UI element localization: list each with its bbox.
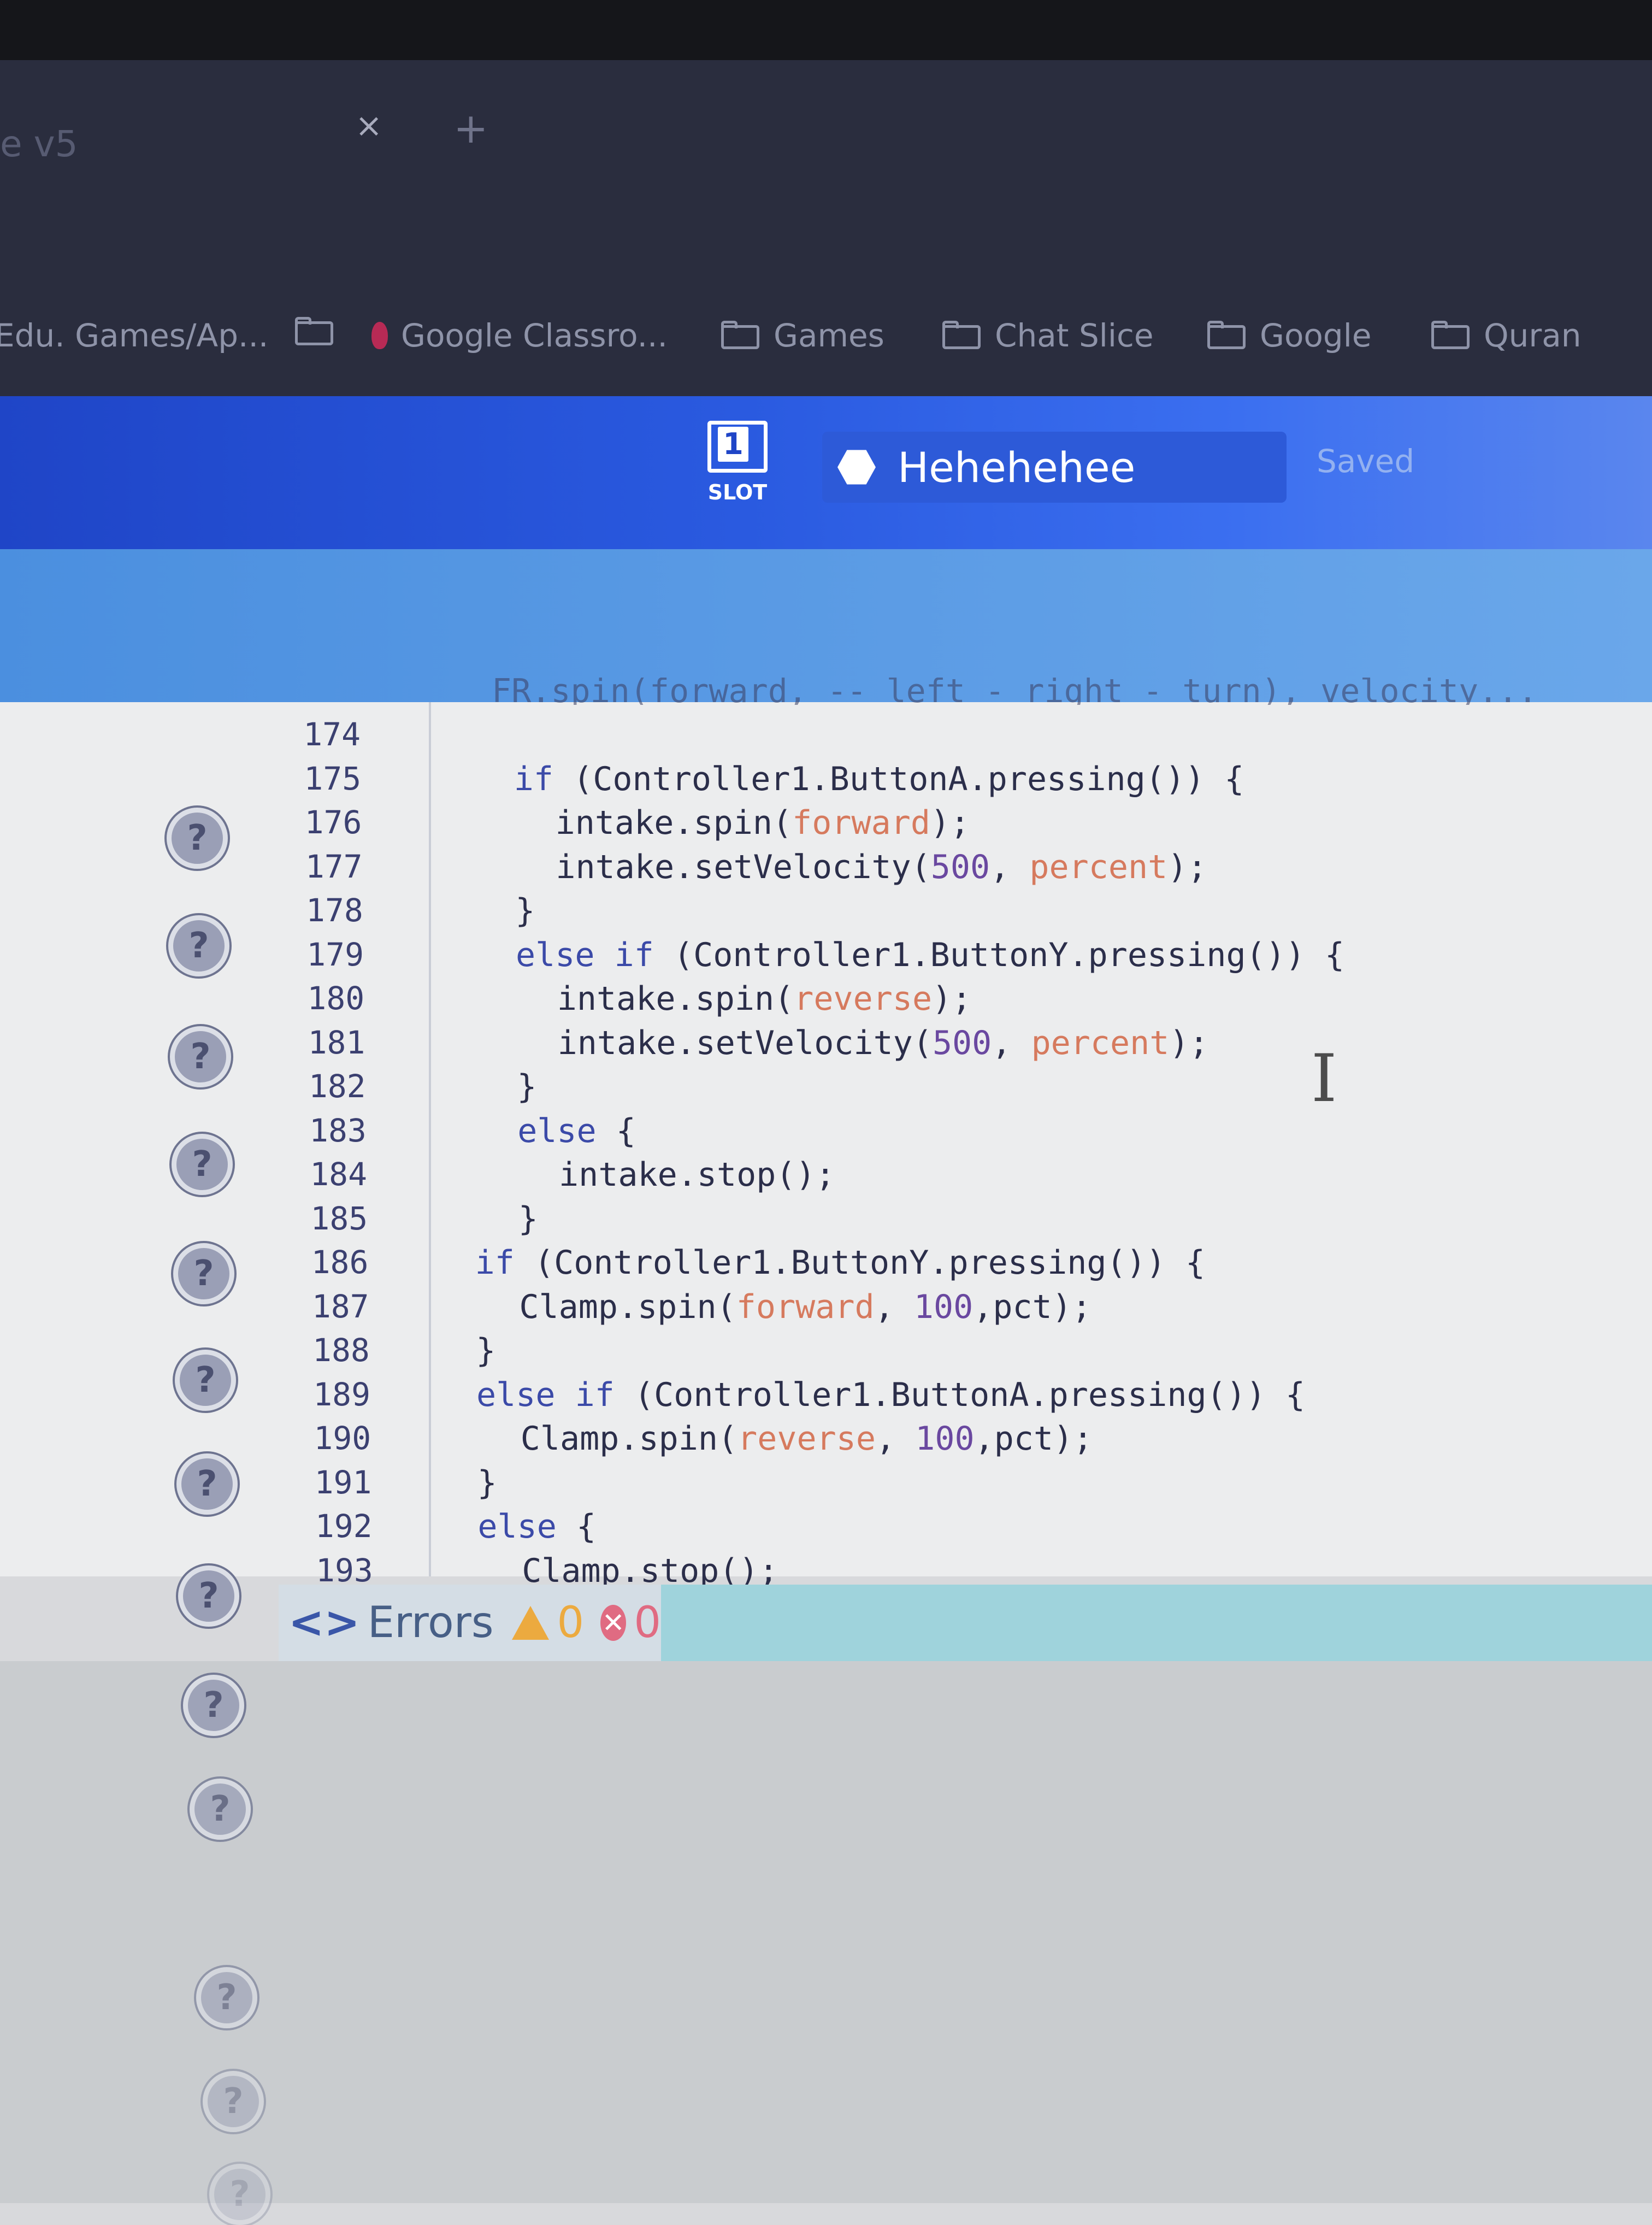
hexagon-icon [837, 450, 876, 485]
text-cursor-icon: I [1311, 1041, 1337, 1117]
tulip-icon [371, 322, 388, 349]
project-name: Hehehehee [898, 443, 1136, 492]
bookmark-google[interactable]: Google [1207, 317, 1372, 354]
bookmark-label: Google [1260, 317, 1372, 354]
line-number: 190 [314, 1420, 371, 1457]
code-chevrons-icon: <> [288, 1598, 360, 1647]
code-line[interactable]: intake.stop(); [559, 1156, 835, 1194]
help-icon[interactable]: ? [203, 2071, 264, 2132]
code-line[interactable]: Clamp.spin(reverse, 100,pct); [521, 1420, 1093, 1458]
bookmark-edu-games[interactable]: Edu. Games/Ap... [0, 317, 268, 354]
help-icon[interactable]: ? [178, 1565, 239, 1627]
line-number: 189 [313, 1375, 370, 1413]
line-number: 176 [304, 804, 362, 841]
line-number: 185 [310, 1199, 368, 1237]
folder-icon [942, 321, 982, 350]
line-number: 187 [311, 1287, 369, 1325]
folder-icon [721, 321, 760, 350]
help-icon[interactable]: ? [170, 1026, 231, 1087]
bookmark-label: Google Classro... [401, 317, 668, 354]
browser-tab-strip [0, 60, 1652, 301]
line-number: 178 [306, 892, 363, 929]
code-line[interactable]: else { [517, 1112, 636, 1150]
line-number: 188 [312, 1332, 370, 1369]
code-line[interactable]: if (Controller1.ButtonA.pressing()) { [514, 760, 1244, 798]
error-count: 0 [634, 1598, 661, 1647]
slot-button[interactable]: 1 SLOT [702, 421, 773, 519]
browser-tab-title[interactable]: e v5 [0, 123, 78, 165]
slot-icon: 1 [707, 421, 768, 473]
project-name-field[interactable]: Hehehehee [822, 432, 1287, 503]
close-tab-icon[interactable]: × [355, 107, 382, 145]
line-number: 177 [305, 847, 363, 885]
line-number: 183 [309, 1111, 367, 1149]
bookmark-google-classroom[interactable]: Google Classro... [371, 317, 668, 354]
line-number: 175 [304, 760, 362, 797]
save-status: Saved [1317, 443, 1415, 480]
help-icon[interactable]: ? [176, 1453, 238, 1515]
code-line[interactable]: Clamp.stop(); [522, 1552, 778, 1590]
bookmark-folder[interactable] [295, 317, 334, 346]
line-number: 179 [306, 935, 364, 973]
line-number: 186 [311, 1244, 369, 1281]
bookmark-label: Chat Slice [995, 317, 1154, 354]
folder-icon [295, 317, 334, 346]
code-line[interactable]: } [476, 1332, 495, 1370]
error-icon: ✕ [600, 1605, 627, 1641]
errors-label: Errors [367, 1598, 494, 1647]
code-line[interactable]: else if (Controller1.ButtonY.pressing())… [516, 936, 1344, 974]
gutter-separator [429, 702, 431, 1576]
bookmark-quran[interactable]: Quran [1431, 317, 1582, 354]
code-line[interactable]: if (Controller1.ButtonY.pressing()) { [475, 1244, 1206, 1282]
help-icon[interactable]: ? [172, 1134, 233, 1195]
bookmark-label: Games [774, 317, 884, 354]
help-icon[interactable]: ? [183, 1675, 244, 1736]
line-number: 181 [308, 1023, 365, 1061]
code-line[interactable]: } [477, 1464, 497, 1502]
line-number: 180 [307, 980, 365, 1017]
help-icon[interactable]: ? [173, 1243, 234, 1304]
code-line[interactable]: Clamp.spin(forward, 100,pct); [519, 1288, 1092, 1326]
help-icon[interactable]: ? [190, 1779, 251, 1840]
help-icon[interactable]: ? [167, 808, 228, 869]
line-number: 182 [308, 1068, 366, 1105]
code-line[interactable]: } [518, 1200, 538, 1238]
line-number: 184 [310, 1156, 367, 1193]
help-icon[interactable]: ? [196, 1967, 257, 2028]
screen-bezel [0, 0, 1652, 60]
code-line[interactable]: intake.setVelocity(500, percent); [556, 848, 1207, 886]
bookmark-chat-slice[interactable]: Chat Slice [942, 317, 1154, 354]
new-tab-icon[interactable]: + [453, 104, 488, 152]
code-line[interactable]: else { [477, 1508, 596, 1546]
code-line[interactable]: } [515, 892, 535, 930]
code-line[interactable]: intake.spin(forward); [556, 804, 970, 842]
code-line[interactable]: } [517, 1068, 536, 1106]
folder-icon [1207, 321, 1247, 350]
line-number: 192 [315, 1508, 373, 1545]
code-line[interactable]: else if (Controller1.ButtonA.pressing())… [476, 1376, 1305, 1414]
errors-tab[interactable]: <> Errors 0 ✕ 0 [279, 1585, 661, 1661]
help-icon[interactable]: ? [209, 2164, 270, 2225]
line-number: 174 [303, 716, 361, 753]
bookmark-label: Edu. Games/Ap... [0, 317, 269, 354]
code-line[interactable]: intake.spin(reverse); [557, 980, 972, 1018]
line-number: 191 [314, 1463, 372, 1501]
bookmark-label: Quran [1484, 317, 1582, 354]
slot-label: SLOT [707, 480, 768, 504]
warning-icon [512, 1606, 550, 1640]
code-line-partial: FR.spin(forward, -- left - right - turn)… [492, 678, 1538, 705]
line-number: 193 [316, 1551, 373, 1589]
code-line[interactable]: intake.setVelocity(500, percent); [558, 1024, 1209, 1062]
folder-icon [1431, 321, 1471, 350]
warning-count: 0 [557, 1598, 585, 1647]
help-icon[interactable]: ? [175, 1350, 236, 1411]
help-icon[interactable]: ? [168, 915, 229, 976]
bookmark-games[interactable]: Games [721, 317, 884, 354]
slot-number: 1 [718, 427, 748, 462]
